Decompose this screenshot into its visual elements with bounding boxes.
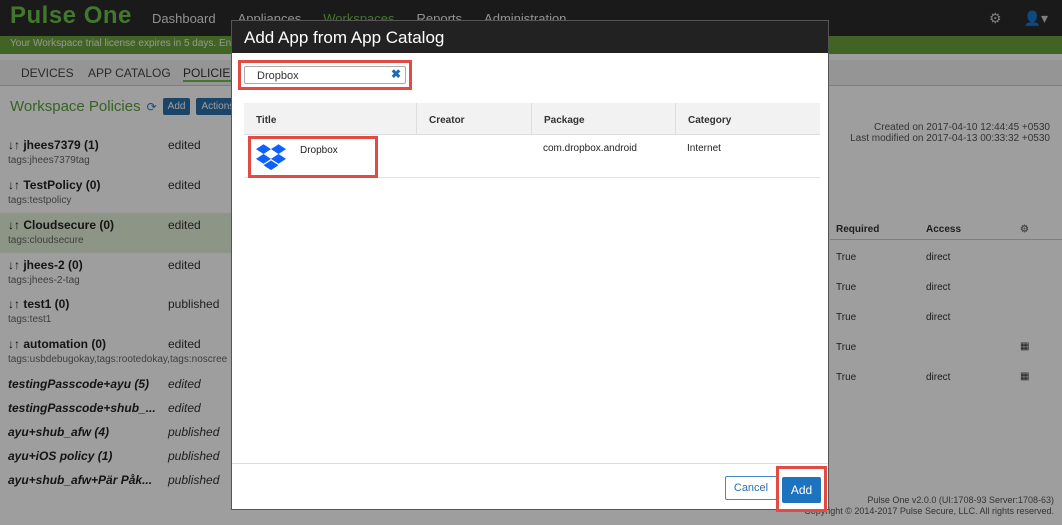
col-category-label: Category: [688, 115, 732, 126]
app-title: Dropbox: [300, 145, 338, 156]
add-button[interactable]: Add: [782, 477, 821, 503]
table-row[interactable]: Dropbox com.dropbox.android Internet: [244, 135, 820, 178]
app-category: Internet: [687, 143, 721, 154]
col-title-label: Title: [256, 115, 277, 126]
search-input[interactable]: [257, 69, 385, 82]
table-header: Title Creator Package Category: [244, 103, 820, 135]
col-title[interactable]: Title: [244, 103, 416, 135]
add-highlight: Add: [776, 466, 827, 512]
search-highlight: ✖: [238, 60, 412, 90]
col-category[interactable]: Category: [675, 103, 820, 135]
app-package: com.dropbox.android: [543, 143, 637, 154]
col-creator[interactable]: Creator: [416, 103, 531, 135]
modal-title: Add App from App Catalog: [244, 28, 445, 47]
modal-footer: Cancel Add: [232, 463, 828, 512]
col-creator-label: Creator: [429, 115, 465, 126]
modal-header: Add App from App Catalog: [232, 21, 828, 53]
dropbox-icon: [256, 144, 286, 171]
cancel-button[interactable]: Cancel: [725, 476, 777, 500]
add-app-modal: Add App from App Catalog ✖ Title Creator…: [231, 20, 829, 512]
col-package-label: Package: [544, 115, 585, 126]
app-highlight: Dropbox: [248, 136, 378, 178]
search-field[interactable]: ✖: [244, 66, 406, 84]
col-package[interactable]: Package: [531, 103, 675, 135]
close-icon[interactable]: ✖: [391, 67, 401, 81]
